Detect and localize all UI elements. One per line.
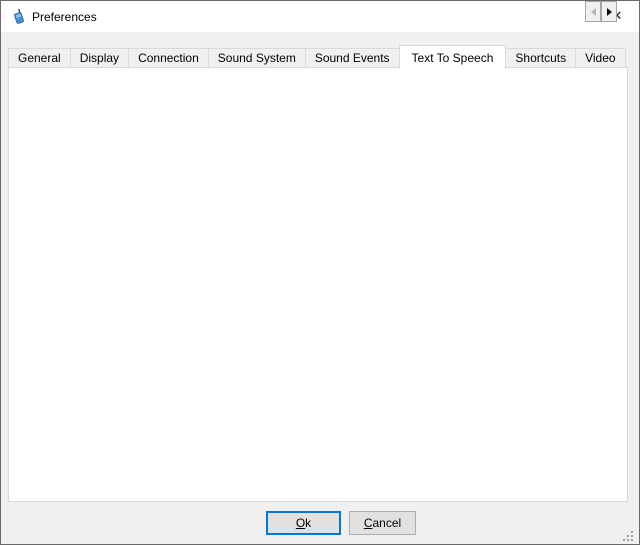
tab-text-to-speech[interactable]: Text To Speech — [399, 45, 507, 69]
tab-scroll-right-button[interactable] — [601, 1, 617, 22]
tab-sound-system[interactable]: Sound System — [208, 48, 306, 68]
preferences-dialog: Preferences ✕ General Display Connection… — [0, 0, 640, 545]
tab-video[interactable]: Video — [575, 48, 625, 68]
titlebar[interactable]: Preferences ✕ — [1, 1, 639, 32]
resize-grip[interactable] — [621, 529, 635, 543]
ok-button[interactable]: Ok — [266, 511, 341, 535]
tab-bar: General Display Connection Sound System … — [8, 45, 628, 68]
tab-general[interactable]: General — [8, 48, 71, 68]
tab-scroll-left-button[interactable] — [585, 1, 601, 22]
tab-connection[interactable]: Connection — [128, 48, 209, 68]
window-title: Preferences — [32, 1, 97, 32]
scroll-right-icon — [607, 8, 612, 16]
cancel-button[interactable]: Cancel — [349, 511, 416, 535]
text-to-speech-tab-page — [8, 67, 628, 502]
tab-sound-events[interactable]: Sound Events — [305, 48, 400, 68]
tab-shortcuts[interactable]: Shortcuts — [505, 48, 576, 68]
app-icon — [11, 8, 27, 25]
scroll-left-icon — [591, 8, 596, 16]
tab-display[interactable]: Display — [70, 48, 129, 68]
